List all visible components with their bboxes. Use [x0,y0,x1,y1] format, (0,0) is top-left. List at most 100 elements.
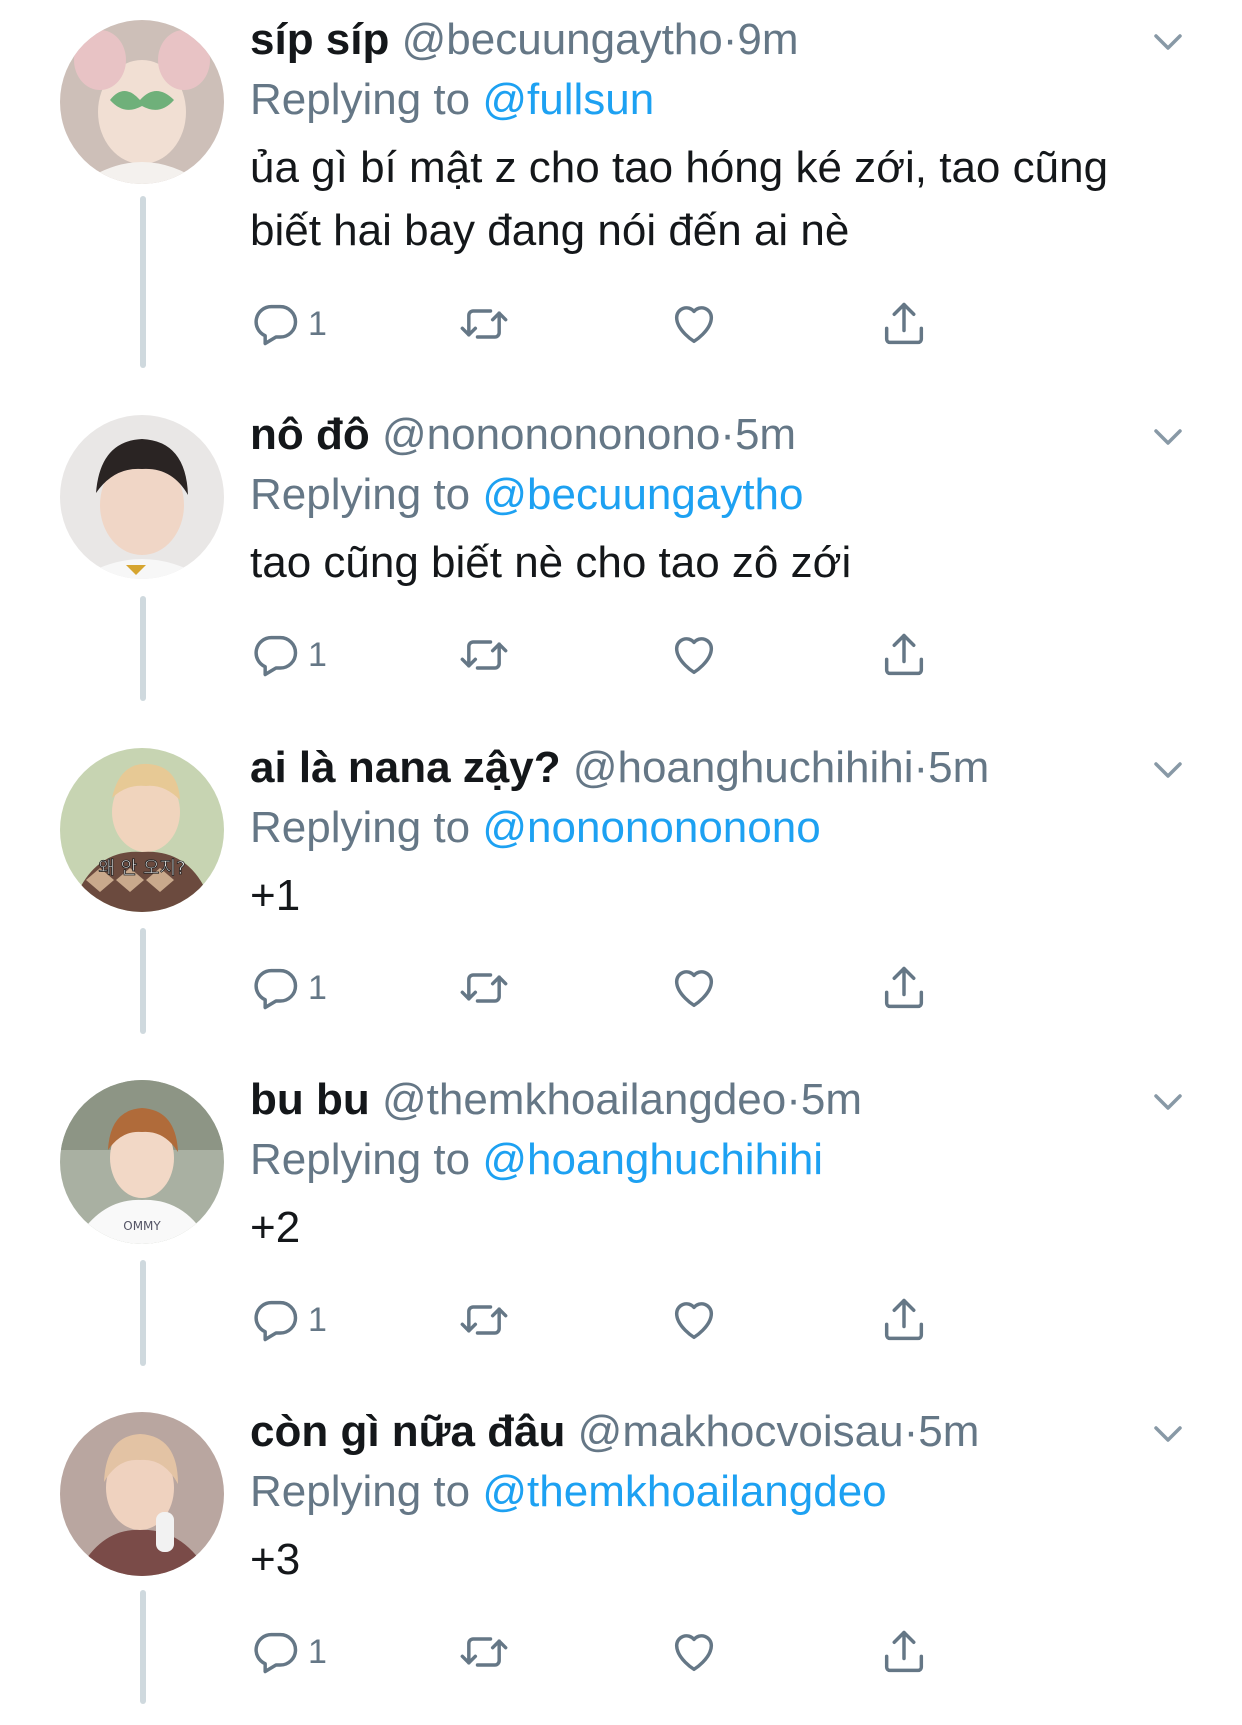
display-name[interactable]: nô đô [250,410,370,459]
chevron-down-icon[interactable] [1150,752,1186,788]
reply-bubble-icon [254,635,298,677]
replying-to-link[interactable]: @hoanghuchihihi [482,1135,823,1184]
tweet[interactable]: còn gì nữa đâu @makhocvoisau·5m Replying… [0,1392,1242,1725]
chevron-down-icon[interactable] [1150,1084,1186,1120]
separator-dot: · [720,410,735,459]
chevron-down-icon[interactable] [1150,419,1186,455]
chevron-down-icon[interactable] [1150,1416,1186,1452]
heart-icon [674,306,714,344]
user-handle[interactable]: @makhocvoisau [578,1407,904,1456]
heart-icon [674,637,714,675]
heart-icon [674,1302,714,1340]
retweet-button[interactable] [458,627,510,683]
user-handle[interactable]: @hoanghuchihihi [573,743,914,792]
tweet-actions: 1 [250,627,1010,683]
retweet-button[interactable] [458,296,510,352]
replying-to-line: Replying to @becuungaytho [250,469,804,521]
avatar[interactable] [60,415,224,579]
replying-to-line: Replying to @fullsun [250,74,654,126]
share-button[interactable] [878,627,930,683]
tweet-text: +1 [250,871,301,920]
avatar[interactable] [60,20,224,184]
share-button[interactable] [878,296,930,352]
tweet-header: bu bu @themkhoailangdeo·5m [250,1074,862,1126]
share-button[interactable] [878,1624,930,1680]
reply-count: 1 [308,304,327,343]
thread-line [140,1590,146,1704]
display-name[interactable]: síp síp [250,15,389,64]
like-button[interactable] [668,296,720,352]
avatar[interactable]: 왜 안 오지? [60,748,224,912]
replying-to-link[interactable]: @themkhoailangdeo [482,1467,886,1516]
retweet-button[interactable] [458,1624,510,1680]
retweet-button[interactable] [458,960,510,1016]
user-handle[interactable]: @themkhoailangdeo [382,1075,786,1124]
share-icon [884,1298,924,1341]
tweet-text: +3 [250,1535,301,1584]
share-icon [884,966,924,1009]
replying-label: Replying to [250,803,471,852]
chevron-down-icon[interactable] [1150,24,1186,60]
tweet[interactable]: nô đô @nononononono·5m Replying to @becu… [0,395,1242,728]
thread-line [140,1260,146,1366]
separator-dot: · [786,1075,801,1124]
timestamp[interactable]: 5m [918,1407,979,1456]
display-name[interactable]: còn gì nữa đâu [250,1407,565,1456]
reply-button[interactable]: 1 [250,960,327,1016]
reply-button[interactable]: 1 [250,627,327,683]
replying-to-link[interactable]: @nononononono [482,803,820,852]
separator-dot: · [913,743,929,792]
avatar-caption: 왜 안 오지? [98,858,185,879]
share-button[interactable] [878,1292,930,1348]
separator-dot: · [722,15,738,64]
timestamp[interactable]: 9m [737,15,798,64]
like-button[interactable] [668,1292,720,1348]
reply-count: 1 [308,968,327,1007]
replying-to-line: Replying to @hoanghuchihihi [250,1134,823,1186]
avatar-image [60,20,224,184]
reply-button[interactable]: 1 [250,1624,327,1680]
replying-to-link[interactable]: @fullsun [482,75,654,124]
replying-label: Replying to [250,75,471,124]
share-icon [884,302,924,345]
avatar[interactable] [60,1412,224,1576]
reply-button[interactable]: 1 [250,296,327,352]
reply-button[interactable]: 1 [250,1292,327,1348]
display-name[interactable]: bu bu [250,1075,370,1124]
tweet-text: tao cũng biết nè cho tao zô zới [250,538,852,587]
tweet[interactable]: 왜 안 오지? ai là nana zậy? @hoanghuchihihi·… [0,728,1242,1061]
retweet-icon [460,309,508,339]
timestamp[interactable]: 5m [801,1075,862,1124]
timestamp[interactable]: 5m [928,743,989,792]
retweet-button[interactable] [458,1292,510,1348]
user-handle[interactable]: @becuungaytho [402,15,723,64]
reply-count: 1 [308,1632,327,1671]
timestamp[interactable]: 5m [735,410,796,459]
tweet-header: ai là nana zậy? @hoanghuchihihi·5m [250,742,989,794]
tweet-header: nô đô @nononononono·5m [250,409,796,461]
avatar-image: 왜 안 오지? [60,748,224,912]
thread-line [140,196,146,368]
reply-bubble-icon [254,1300,298,1342]
tweet[interactable]: síp síp @becuungaytho·9m Replying to @fu… [0,0,1242,368]
share-icon [884,1630,924,1673]
tweet-actions: 1 [250,1292,1010,1348]
retweet-icon [460,1637,508,1667]
user-handle[interactable]: @nononononono [382,410,720,459]
like-button[interactable] [668,1624,720,1680]
replying-label: Replying to [250,1467,471,1516]
share-icon [884,633,924,676]
tweet-header: síp síp @becuungaytho·9m [250,14,799,66]
share-button[interactable] [878,960,930,1016]
thread-line [140,928,146,1034]
like-button[interactable] [668,960,720,1016]
avatar[interactable]: OMMY [60,1080,224,1244]
replying-to-link[interactable]: @becuungaytho [482,470,803,519]
display-name[interactable]: ai là nana zậy? [250,743,561,792]
like-button[interactable] [668,627,720,683]
tweet[interactable]: OMMY bu bu @themkhoailangdeo·5m Replying… [0,1060,1242,1393]
retweet-icon [460,640,508,670]
tweet-actions: 1 [250,1624,1010,1680]
tweet-actions: 1 [250,960,1010,1016]
avatar-caption: OMMY [123,1219,161,1233]
